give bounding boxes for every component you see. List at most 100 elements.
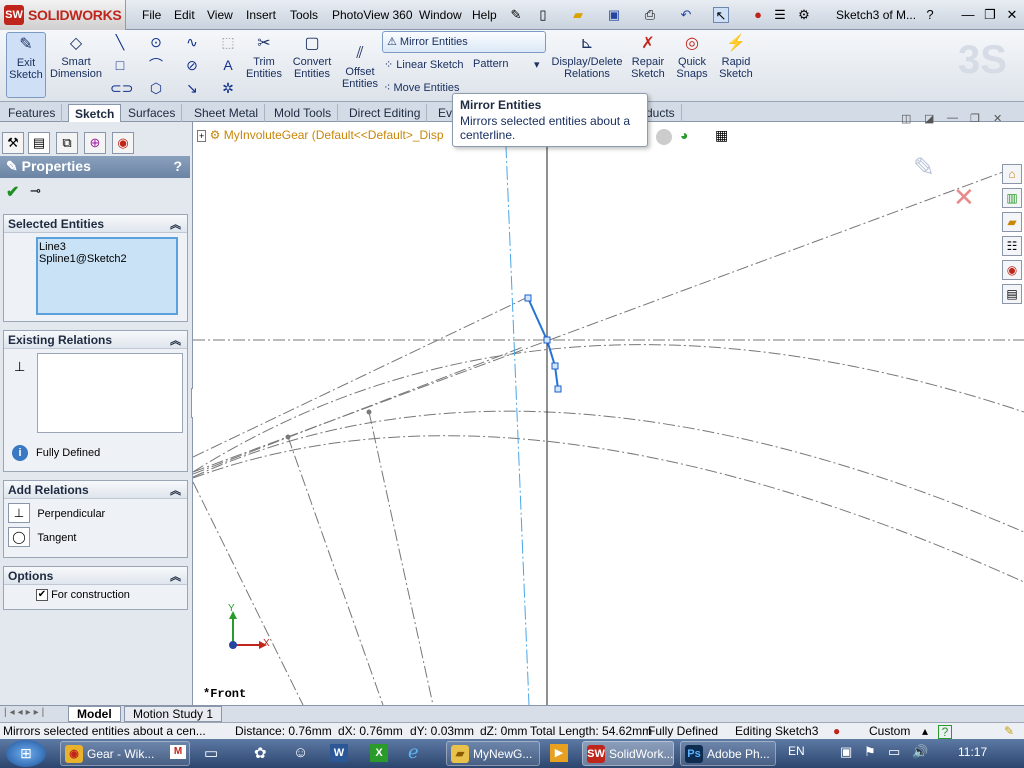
display-delete-relations-button[interactable]: ⊾ Display/Delete Relations	[550, 32, 624, 98]
taskbar-explorer[interactable]: ▰ MyNewG...	[446, 741, 540, 766]
collapse-icon[interactable]: ︽	[170, 216, 181, 232]
move-entities-button[interactable]: ⁖ Move Entities	[384, 81, 460, 94]
menu-file[interactable]: File	[142, 8, 161, 22]
tab-features[interactable]: Features	[2, 104, 63, 122]
grid-icon[interactable]: ⬚	[218, 33, 238, 51]
perpendicular-relation-button[interactable]: ⊥ Perpendicular	[8, 503, 105, 525]
repair-sketch-button[interactable]: ✗ Repair Sketch	[628, 32, 668, 98]
existing-relations-header[interactable]: Existing Relations ︽	[4, 331, 187, 349]
help-icon[interactable]: ?	[938, 725, 952, 739]
print-icon[interactable]: ⎙	[642, 7, 658, 23]
language-indicator[interactable]: EN	[788, 744, 805, 758]
media-player-icon[interactable]: ▶	[550, 744, 568, 762]
save-icon[interactable]: ▣	[606, 7, 622, 23]
confirmation-corner-exit-icon[interactable]: ✎	[913, 152, 935, 183]
tab-surfaces[interactable]: Surfaces	[122, 104, 183, 122]
list-item[interactable]: Spline1@Sketch2	[39, 253, 175, 265]
pin-icon[interactable]: ✎	[508, 7, 524, 23]
appearances-icon[interactable]: ◉	[1002, 260, 1022, 280]
home-icon[interactable]: ⌂	[1002, 164, 1022, 184]
tab-mold-tools[interactable]: Mold Tools	[268, 104, 339, 122]
view-settings-icon[interactable]: ▦	[715, 127, 728, 144]
collapse-icon[interactable]: ︽	[170, 482, 181, 498]
people-icon[interactable]: ☺	[293, 744, 308, 761]
feature-manager-tab-icon[interactable]: ⚒	[2, 132, 24, 154]
dimxpert-tab-icon[interactable]: ⊕	[84, 132, 106, 154]
tag-icon[interactable]: ✎	[1004, 724, 1014, 738]
view-tile-icon[interactable]: ◪	[924, 112, 934, 125]
tab-sheet-metal[interactable]: Sheet Metal	[188, 104, 266, 122]
options-header[interactable]: Options ︽	[4, 567, 187, 585]
word-icon[interactable]: W	[330, 744, 348, 762]
text-icon[interactable]: A	[218, 56, 238, 74]
expand-icon[interactable]: +	[197, 130, 207, 142]
chevron-up-icon[interactable]: ▴	[922, 724, 928, 738]
tangent-relation-button[interactable]: ◯ Tangent	[8, 527, 77, 549]
for-construction-checkbox[interactable]: ✔	[36, 589, 48, 602]
existing-relations-list[interactable]	[37, 353, 183, 433]
view-cascade-icon[interactable]: ◫	[901, 112, 911, 125]
excel-icon[interactable]: X	[370, 744, 388, 762]
design-library-icon[interactable]: ▥	[1002, 188, 1022, 208]
tab-sketch[interactable]: Sketch	[68, 104, 122, 122]
flag-icon[interactable]: ⚑	[864, 744, 876, 760]
view-palette-icon[interactable]: ☷	[1002, 236, 1022, 256]
menu-view[interactable]: View	[207, 8, 233, 22]
selected-entities-list[interactable]: Line3 Spline1@Sketch2	[36, 237, 178, 315]
polygon-icon[interactable]: ⬡	[146, 79, 166, 97]
taskbar-photoshop[interactable]: Ps Adobe Ph...	[680, 741, 776, 766]
linear-sketch-pattern-button[interactable]: ⁘ Linear Sketch	[384, 58, 464, 71]
tab-navigation-icon[interactable]: |◂◂▸▸|	[4, 707, 47, 718]
display-icon[interactable]: ▭	[204, 744, 218, 762]
pushpin-icon[interactable]: ⊸	[30, 183, 41, 199]
display-manager-tab-icon[interactable]: ◉	[112, 132, 134, 154]
arc-icon[interactable]: ⌒	[146, 56, 166, 74]
collapse-icon[interactable]: ︽	[170, 568, 181, 584]
start-button-icon[interactable]: ⊞	[6, 740, 46, 767]
mirror-entities-button[interactable]: ⚠ Mirror Entities	[382, 31, 546, 53]
circle-icon[interactable]: ⊙	[146, 33, 166, 51]
new-document-icon[interactable]: ▯	[535, 7, 551, 23]
graphics-area[interactable]: Y X *Front + ⚙ MyInvoluteGear (Default<<…	[193, 112, 1024, 705]
feature-tree-flyout[interactable]: + ⚙ MyInvoluteGear (Default<<Default>_Di…	[197, 128, 444, 142]
quick-snaps-button[interactable]: ◎ Quick Snaps	[672, 32, 712, 98]
volume-icon[interactable]: 🔊	[912, 744, 928, 760]
tab-model[interactable]: Model	[68, 706, 121, 722]
restore-icon[interactable]: ❐	[982, 7, 998, 23]
file-explorer-icon[interactable]: ▰	[1002, 212, 1022, 232]
centerline-icon[interactable]: ✲	[218, 79, 238, 97]
rectangle-icon[interactable]: □	[110, 56, 130, 74]
configuration-manager-tab-icon[interactable]: ⧉	[56, 132, 78, 154]
close-icon[interactable]: ✕	[1004, 7, 1020, 23]
rebuild-icon[interactable]: ●	[750, 7, 766, 23]
tab-direct-editing[interactable]: Direct Editing	[343, 104, 428, 122]
taskbar-solidworks[interactable]: SW SolidWork...	[582, 741, 674, 766]
exit-sketch-button[interactable]: ✎ Exit Sketch	[6, 32, 46, 98]
clock[interactable]: 11:17	[958, 745, 987, 759]
menu-help[interactable]: Help	[472, 8, 497, 22]
add-relations-header[interactable]: Add Relations ︽	[4, 481, 187, 499]
sketch-canvas[interactable]	[193, 122, 1024, 705]
chat-icon[interactable]: ✿	[254, 744, 267, 762]
menu-window[interactable]: Window	[419, 8, 462, 22]
list-item[interactable]: Line3	[39, 241, 175, 253]
menu-photoview[interactable]: PhotoView 360	[332, 8, 413, 22]
slot-icon[interactable]: ⊂⊃	[110, 79, 133, 97]
for-construction-option[interactable]: ✔ For construction	[36, 589, 130, 602]
chevron-down-icon[interactable]: ▾	[534, 58, 540, 71]
tab-motion-study[interactable]: Motion Study 1	[124, 706, 223, 722]
menu-insert[interactable]: Insert	[246, 8, 276, 22]
scene-icon[interactable]: ◕	[680, 127, 688, 143]
monitor-icon[interactable]: ▭	[888, 744, 900, 760]
confirmation-corner-cancel-icon[interactable]: ✕	[953, 182, 975, 213]
select-icon[interactable]: ↖	[713, 7, 729, 23]
view-minimize-icon[interactable]: —	[947, 112, 958, 124]
solidworks-logo[interactable]: SW SOLIDWORKS	[0, 0, 126, 30]
smart-dimension-button[interactable]: ◇ Smart Dimension	[50, 32, 102, 98]
trim-entities-button[interactable]: ✂ Trim Entities	[244, 32, 284, 98]
menu-edit[interactable]: Edit	[174, 8, 195, 22]
mail-icon[interactable]: M	[170, 745, 186, 759]
help-icon[interactable]: ?	[173, 158, 182, 174]
file-properties-icon[interactable]: ☰	[772, 7, 788, 23]
options-icon[interactable]: ⚙	[796, 7, 812, 23]
